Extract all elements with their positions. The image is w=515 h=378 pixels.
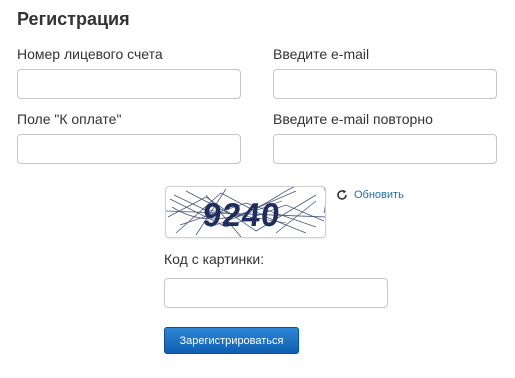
payment-field-input[interactable] xyxy=(17,134,241,164)
register-button[interactable]: Зарегистрироваться xyxy=(164,327,299,354)
email-repeat-label: Введите e-mail повторно xyxy=(273,111,433,127)
captcha-input[interactable] xyxy=(164,278,388,308)
account-number-input[interactable] xyxy=(17,69,241,99)
refresh-captcha-link[interactable]: Обновить xyxy=(336,189,404,201)
captcha-image: 9240 xyxy=(165,186,326,238)
payment-field-label: Поле "К оплате" xyxy=(17,111,122,127)
email-repeat-input[interactable] xyxy=(273,134,497,164)
refresh-icon xyxy=(337,189,347,200)
email-label: Введите e-mail xyxy=(273,46,370,62)
captcha-label: Код с картинки: xyxy=(164,251,265,267)
email-input[interactable] xyxy=(273,69,497,99)
page-title: Регистрация xyxy=(17,9,130,29)
account-number-label: Номер лицевого счета xyxy=(17,46,163,62)
refresh-label[interactable]: Обновить xyxy=(354,189,404,201)
